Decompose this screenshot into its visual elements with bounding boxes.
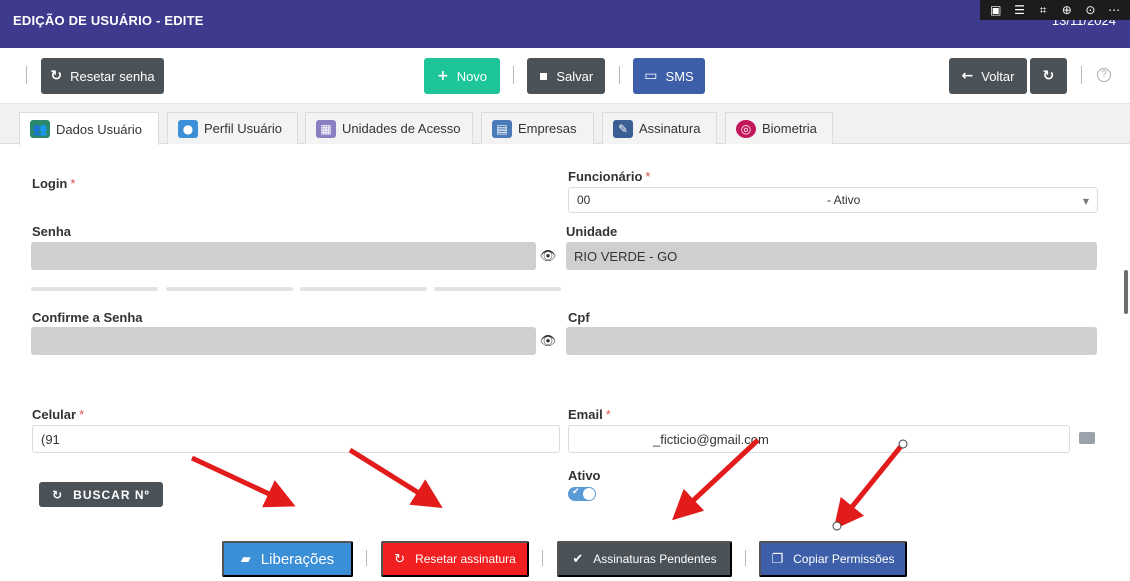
button-divider <box>542 550 543 566</box>
reset-password-label: Resetar senha <box>70 68 155 84</box>
ativo-label: Ativo <box>568 468 601 483</box>
assinaturas-pendentes-button[interactable]: ✔ Assinaturas Pendentes <box>557 541 732 577</box>
celular-label: Celular * <box>32 407 85 422</box>
envelope-icon[interactable] <box>1079 432 1095 444</box>
user-icon: ● <box>178 119 198 138</box>
refresh-icon: ↻ <box>50 68 63 84</box>
senha-input[interactable] <box>31 242 536 270</box>
arrow-handle[interactable] <box>832 521 842 531</box>
ativo-toggle[interactable]: ✔ <box>568 487 596 501</box>
buscar-button[interactable]: ↻ BUSCAR Nº <box>39 482 163 507</box>
password-strength-bar <box>31 287 158 291</box>
password-strength-bar <box>300 287 427 291</box>
plus-circle-icon[interactable]: ⊙ <box>1081 3 1099 17</box>
sms-label: SMS <box>665 68 694 84</box>
eye-icon[interactable]: 👁 <box>536 327 560 355</box>
tab-label: Biometria <box>762 121 817 136</box>
toolbar-divider <box>619 66 620 84</box>
new-label: Novo <box>456 68 488 84</box>
save-label: Salvar <box>556 68 594 84</box>
reload-button[interactable]: ↻ <box>1030 58 1067 94</box>
tab-biometria[interactable]: ◎ Biometria <box>725 112 833 144</box>
plus-icon: + <box>436 68 449 84</box>
users-icon: 👥 <box>30 120 50 138</box>
tab-bar: 👥 Dados Usuário ● Perfil Usuário ▦ Unida… <box>0 104 1130 145</box>
page-title: EDIÇÃO DE USUÁRIO - EDITE <box>13 13 204 28</box>
sms-button[interactable]: ▭ SMS <box>633 58 705 94</box>
fingerprint-icon: ◎ <box>736 119 756 138</box>
action-toolbar: ↻ Resetar senha + Novo ▪ Salvar ▭ SMS ← … <box>0 48 1130 104</box>
help-icon[interactable]: ? <box>1097 68 1111 82</box>
login-label: Login * <box>32 176 76 191</box>
check-icon: ✔ <box>572 487 580 497</box>
password-strength-bar <box>434 287 561 291</box>
tab-label: Assinatura <box>639 121 701 136</box>
double-check-icon: ✔ <box>572 551 584 567</box>
zoom-icon[interactable]: ⊕ <box>1058 3 1076 17</box>
save-button[interactable]: ▪ Salvar <box>527 58 605 94</box>
tab-label: Unidades de Acesso <box>342 121 461 136</box>
eye-icon[interactable]: 👁 <box>536 242 560 270</box>
toolbar-divider <box>26 66 27 84</box>
tab-label: Empresas <box>518 121 577 136</box>
title-bar: EDIÇÃO DE USUÁRIO - EDITE 13/11/2024 ▣ ☰… <box>0 0 1130 48</box>
tab-perfil-usuario[interactable]: ● Perfil Usuário <box>167 112 298 144</box>
funcionario-select[interactable]: 00 - Ativo ▼ <box>568 187 1098 213</box>
cpf-label: Cpf <box>568 310 590 325</box>
liberacoes-button[interactable]: ▰ Liberações <box>222 541 353 577</box>
toolbar-divider <box>1081 66 1082 84</box>
refresh-icon: ↻ <box>394 551 406 567</box>
tab-assinatura[interactable]: ✎ Assinatura <box>602 112 717 144</box>
refresh-icon: ↻ <box>52 487 64 502</box>
arrow-left-icon: ← <box>961 68 974 84</box>
chevron-down-icon: ▼ <box>1082 197 1089 206</box>
tab-empresas[interactable]: ▤ Empresas <box>481 112 594 144</box>
floppy-icon: ▪ <box>538 68 549 84</box>
copiar-permissoes-button[interactable]: ❐ Copiar Permissões <box>759 541 907 577</box>
pen-icon: ✎ <box>613 119 633 138</box>
new-button[interactable]: + Novo <box>424 58 500 94</box>
cpf-field <box>566 327 1097 355</box>
building-icon: ▦ <box>316 119 336 138</box>
back-label: Voltar <box>981 68 1015 84</box>
celular-input[interactable]: (91 <box>32 425 560 453</box>
annotation-arrow <box>833 443 904 530</box>
senha-label: Senha <box>32 224 72 239</box>
more-icon[interactable]: ⋯ <box>1105 3 1123 17</box>
password-strength-bar <box>166 287 293 291</box>
toolbar-divider <box>513 66 514 84</box>
screenshot-toolbar: ▣ ☰ ⌗ ⊕ ⊙ ⋯ <box>980 0 1130 20</box>
tab-label: Perfil Usuário <box>204 121 283 136</box>
scrollbar-thumb[interactable] <box>1124 270 1128 314</box>
buscar-label: BUSCAR Nº <box>73 487 150 502</box>
message-icon: ▭ <box>644 68 658 84</box>
funcionario-label: Funcionário * <box>568 169 651 184</box>
tab-unidades-acesso[interactable]: ▦ Unidades de Acesso <box>305 112 473 144</box>
back-button[interactable]: ← Voltar <box>949 58 1027 94</box>
confirme-senha-label: Confirme a Senha <box>32 310 143 325</box>
button-divider <box>366 550 367 566</box>
tab-dados-usuario[interactable]: 👥 Dados Usuário <box>19 112 159 145</box>
annotation-arrow <box>348 447 443 508</box>
email-label: Email * <box>568 407 611 422</box>
comment-icon[interactable]: ▣ <box>987 3 1005 17</box>
box-icon: ▰ <box>240 551 251 567</box>
email-input[interactable]: _ficticio@gmail.com <box>568 425 1070 453</box>
copy-icon: ❐ <box>771 551 784 567</box>
button-divider <box>745 550 746 566</box>
crop-icon[interactable]: ⌗ <box>1034 3 1052 18</box>
reset-password-button[interactable]: ↻ Resetar senha <box>41 58 164 94</box>
confirme-senha-input[interactable] <box>31 327 536 355</box>
unidade-field: RIO VERDE - GO <box>566 242 1097 270</box>
annotation-arrow <box>190 455 296 508</box>
resetar-assinatura-button[interactable]: ↻ Resetar assinatura <box>381 541 529 577</box>
unidade-label: Unidade <box>566 224 618 239</box>
tab-label: Dados Usuário <box>56 121 142 137</box>
company-icon: ▤ <box>492 119 512 138</box>
text-icon[interactable]: ☰ <box>1010 3 1028 17</box>
reload-icon: ↻ <box>1042 68 1055 84</box>
